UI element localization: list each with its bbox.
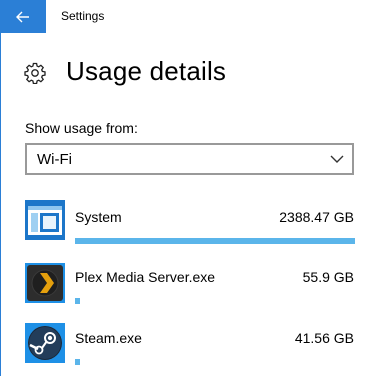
app-name: Steam.exe [75, 330, 142, 346]
app-usage-item[interactable]: Steam.exe 41.56 GB [0, 323, 377, 376]
dropdown-selected-value: Wi-Fi [37, 151, 72, 168]
title-bar: Settings [0, 0, 377, 34]
page-title: Usage details [66, 56, 227, 86]
settings-window: Settings Usage details Show usage from: … [0, 0, 377, 376]
usage-bar-fill [75, 238, 355, 244]
window-title: Settings [61, 9, 105, 23]
app-data-size: 2388.47 GB [279, 209, 354, 225]
app-usage-item[interactable]: System 2388.47 GB [0, 200, 377, 258]
app-data-size: 55.9 GB [302, 269, 354, 285]
back-button[interactable] [0, 0, 46, 33]
gear-icon [24, 62, 46, 84]
steam-icon [25, 323, 65, 363]
usage-bar [75, 298, 355, 304]
back-arrow-icon [16, 11, 29, 22]
usage-bar [75, 359, 355, 365]
plex-icon [25, 263, 65, 303]
network-dropdown[interactable]: Wi-Fi [25, 143, 354, 175]
app-name: System [75, 209, 122, 225]
usage-bar-fill [75, 298, 80, 304]
system-window-icon [25, 200, 65, 240]
app-data-size: 41.56 GB [294, 330, 354, 346]
app-usage-item[interactable]: Plex Media Server.exe 55.9 GB [0, 263, 377, 321]
app-name: Plex Media Server.exe [75, 269, 216, 285]
usage-bar [75, 238, 355, 244]
chevron-down-icon [330, 155, 344, 163]
show-usage-label: Show usage from: [25, 120, 138, 136]
usage-bar-fill [75, 359, 80, 365]
